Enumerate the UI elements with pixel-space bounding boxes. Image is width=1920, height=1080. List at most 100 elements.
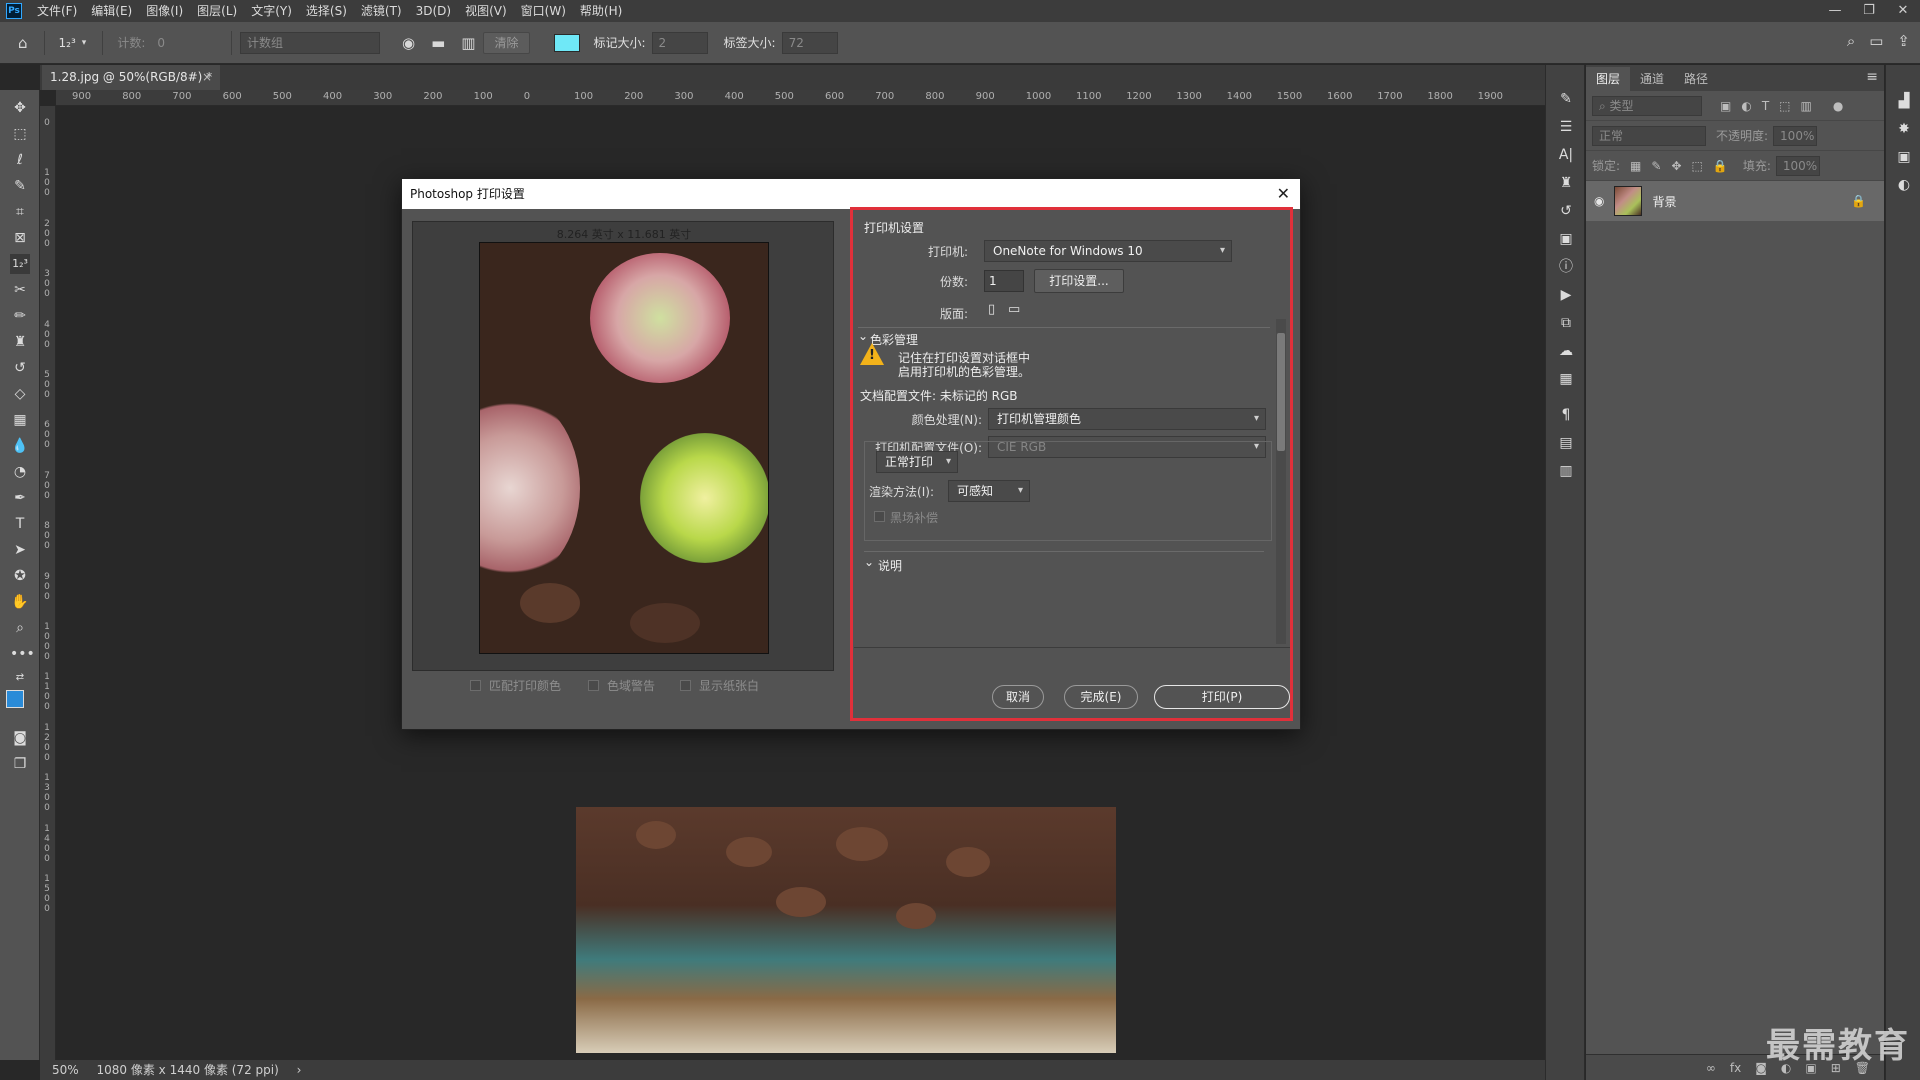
filter-adjust-icon[interactable]: ◐ <box>1741 99 1751 113</box>
match-print-colors-option[interactable]: 匹配打印颜色 <box>470 677 561 694</box>
tab-channels[interactable]: 通道 <box>1630 67 1674 91</box>
fill-input[interactable]: 100% <box>1775 155 1820 176</box>
filter-shape-icon[interactable]: ⬚ <box>1779 99 1790 113</box>
stamp-tool-icon[interactable]: ♜ <box>10 332 30 352</box>
lock-artboard-icon[interactable]: ⬚ <box>1692 159 1703 173</box>
checkbox[interactable] <box>470 680 481 691</box>
menu-help[interactable]: 帮助(H) <box>573 0 629 22</box>
crop-tool-icon[interactable]: ⌗ <box>10 202 30 222</box>
eye-icon[interactable]: ◉ <box>1594 194 1604 208</box>
paragraph-icon[interactable]: ¶ <box>1556 405 1576 425</box>
black-point-checkbox[interactable] <box>874 511 885 522</box>
foreground-color-swatch[interactable] <box>6 690 24 708</box>
styles-icon[interactable]: ▣ <box>1556 229 1576 249</box>
show-paper-white-option[interactable]: 显示纸张白 <box>680 677 759 694</box>
folder-icon[interactable]: ▬ <box>431 34 445 52</box>
menu-layer[interactable]: 图层(L) <box>190 0 244 22</box>
menu-file[interactable]: 文件(F) <box>30 0 84 22</box>
more-tools-icon[interactable]: ••• <box>10 644 35 664</box>
count-group-select[interactable]: 计数组 <box>240 31 381 54</box>
glyphs-icon[interactable]: ▤ <box>1556 433 1576 453</box>
blur-tool-icon[interactable]: 💧 <box>10 436 30 456</box>
scrollbar-thumb[interactable] <box>1277 333 1285 451</box>
done-button[interactable]: 完成(E) <box>1064 685 1138 709</box>
close-window-button[interactable]: ✕ <box>1886 0 1920 22</box>
document-image[interactable] <box>576 807 1116 1053</box>
settings-scrollbar[interactable] <box>1276 319 1286 644</box>
landscape-icon[interactable]: ▭ <box>1008 302 1020 317</box>
eraser-tool-icon[interactable]: ◇ <box>10 384 30 404</box>
blend-mode-select[interactable]: 正常 <box>1592 125 1706 146</box>
close-dialog-button[interactable]: ✕ <box>1277 179 1290 209</box>
notes-icon[interactable]: ▥ <box>1556 461 1576 481</box>
minimize-button[interactable]: — <box>1818 0 1852 22</box>
healing-tool-icon[interactable]: ✂ <box>10 280 30 300</box>
swap-colors-icon[interactable]: ⇄ <box>10 668 30 688</box>
menu-filter[interactable]: 滤镜(T) <box>354 0 409 22</box>
home-icon[interactable]: ⌂ <box>18 34 28 52</box>
lock-transparency-icon[interactable]: ▦ <box>1630 159 1641 173</box>
lock-all-icon[interactable]: 🔒 <box>1713 159 1728 173</box>
history-icon[interactable]: ↺ <box>1556 201 1576 221</box>
move-tool-icon[interactable]: ✥ <box>10 98 30 118</box>
count-tool-preset[interactable]: 1₂³ <box>59 36 76 50</box>
clear-button[interactable]: 清除 <box>483 31 530 54</box>
print-button[interactable]: 打印(P) <box>1154 685 1290 709</box>
libraries-icon[interactable]: ▣ <box>1894 147 1914 167</box>
actions-icon[interactable]: ▶ <box>1556 285 1576 305</box>
history-brush-icon[interactable]: ↺ <box>10 358 30 378</box>
opacity-input[interactable]: 100% <box>1773 125 1818 146</box>
status-menu-arrow[interactable]: › <box>297 1063 302 1077</box>
layer-row-background[interactable]: ◉ 背景 🔒 <box>1586 181 1884 221</box>
frame-tool-icon[interactable]: ⊠ <box>10 228 30 248</box>
search-icon[interactable]: ⌕ <box>1847 32 1855 50</box>
tab-paths[interactable]: 路径 <box>1674 67 1718 91</box>
menu-3d[interactable]: 3D(D) <box>409 0 458 22</box>
properties-icon[interactable]: ⧉ <box>1556 313 1576 333</box>
menu-select[interactable]: 选择(S) <box>299 0 354 22</box>
checkbox[interactable] <box>680 680 691 691</box>
restore-button[interactable]: ❐ <box>1852 0 1886 22</box>
dodge-tool-icon[interactable]: ◔ <box>10 462 30 482</box>
chevron-down-icon[interactable]: ▾ <box>82 38 87 48</box>
gradient-tool-icon[interactable]: ▦ <box>10 410 30 430</box>
filter-pixel-icon[interactable]: ▣ <box>1720 99 1731 113</box>
menu-image[interactable]: 图像(I) <box>139 0 190 22</box>
count-color-swatch[interactable] <box>553 33 580 52</box>
layer-style-icon[interactable]: fx <box>1730 1061 1741 1075</box>
character-icon[interactable]: A| <box>1556 145 1576 165</box>
trash-icon[interactable]: ▥ <box>461 34 475 52</box>
adjustments-icon[interactable]: ☰ <box>1556 117 1576 137</box>
rendering-intent-select[interactable]: 可感知 ▾ <box>948 480 1030 502</box>
hand-tool-icon[interactable]: ✋ <box>10 592 30 612</box>
portrait-icon[interactable]: ▯ <box>988 302 995 317</box>
filter-type-icon[interactable]: T <box>1762 99 1769 113</box>
eye-icon[interactable]: ◉ <box>402 34 415 52</box>
checkbox[interactable] <box>588 680 599 691</box>
label-size-input[interactable]: 72 <box>781 31 838 54</box>
zoom-tool-icon[interactable]: ⌕ <box>10 618 30 638</box>
copies-input[interactable]: 1 <box>984 270 1024 292</box>
printer-select[interactable]: OneNote for Windows 10 ▾ <box>984 240 1232 262</box>
color-handling-select[interactable]: 打印机管理颜色 ▾ <box>988 408 1266 430</box>
color-section-chevron-icon[interactable]: ⌄ <box>858 329 868 343</box>
info-icon[interactable]: ⓘ <box>1556 257 1576 277</box>
brush-settings-icon[interactable]: ✎ <box>1556 89 1576 109</box>
table-icon[interactable]: ▦ <box>1556 369 1576 389</box>
print-mode-select[interactable]: 正常打印 ▾ <box>876 451 958 473</box>
shape-tool-icon[interactable]: ✪ <box>10 566 30 586</box>
lock-position-icon[interactable]: ✥ <box>1671 159 1681 173</box>
swatches-icon[interactable]: ◐ <box>1894 175 1914 195</box>
description-chevron-icon[interactable]: ⌄ <box>864 555 874 569</box>
quick-mask-icon[interactable]: ◙ <box>10 728 30 748</box>
screen-mode-icon[interactable]: ❐ <box>10 754 30 774</box>
menu-type[interactable]: 文字(Y) <box>244 0 299 22</box>
link-layers-icon[interactable]: ∞ <box>1706 1061 1716 1075</box>
color-icon[interactable]: ☁ <box>1556 341 1576 361</box>
marquee-tool-icon[interactable]: ⬚ <box>10 124 30 144</box>
layer-filter-select[interactable]: ⌕ 类型 <box>1592 95 1702 116</box>
zoom-level[interactable]: 50% <box>52 1063 79 1077</box>
filter-toggle-icon[interactable]: ● <box>1833 99 1843 113</box>
menu-view[interactable]: 视图(V) <box>458 0 514 22</box>
quick-select-tool-icon[interactable]: ✎ <box>10 176 30 196</box>
